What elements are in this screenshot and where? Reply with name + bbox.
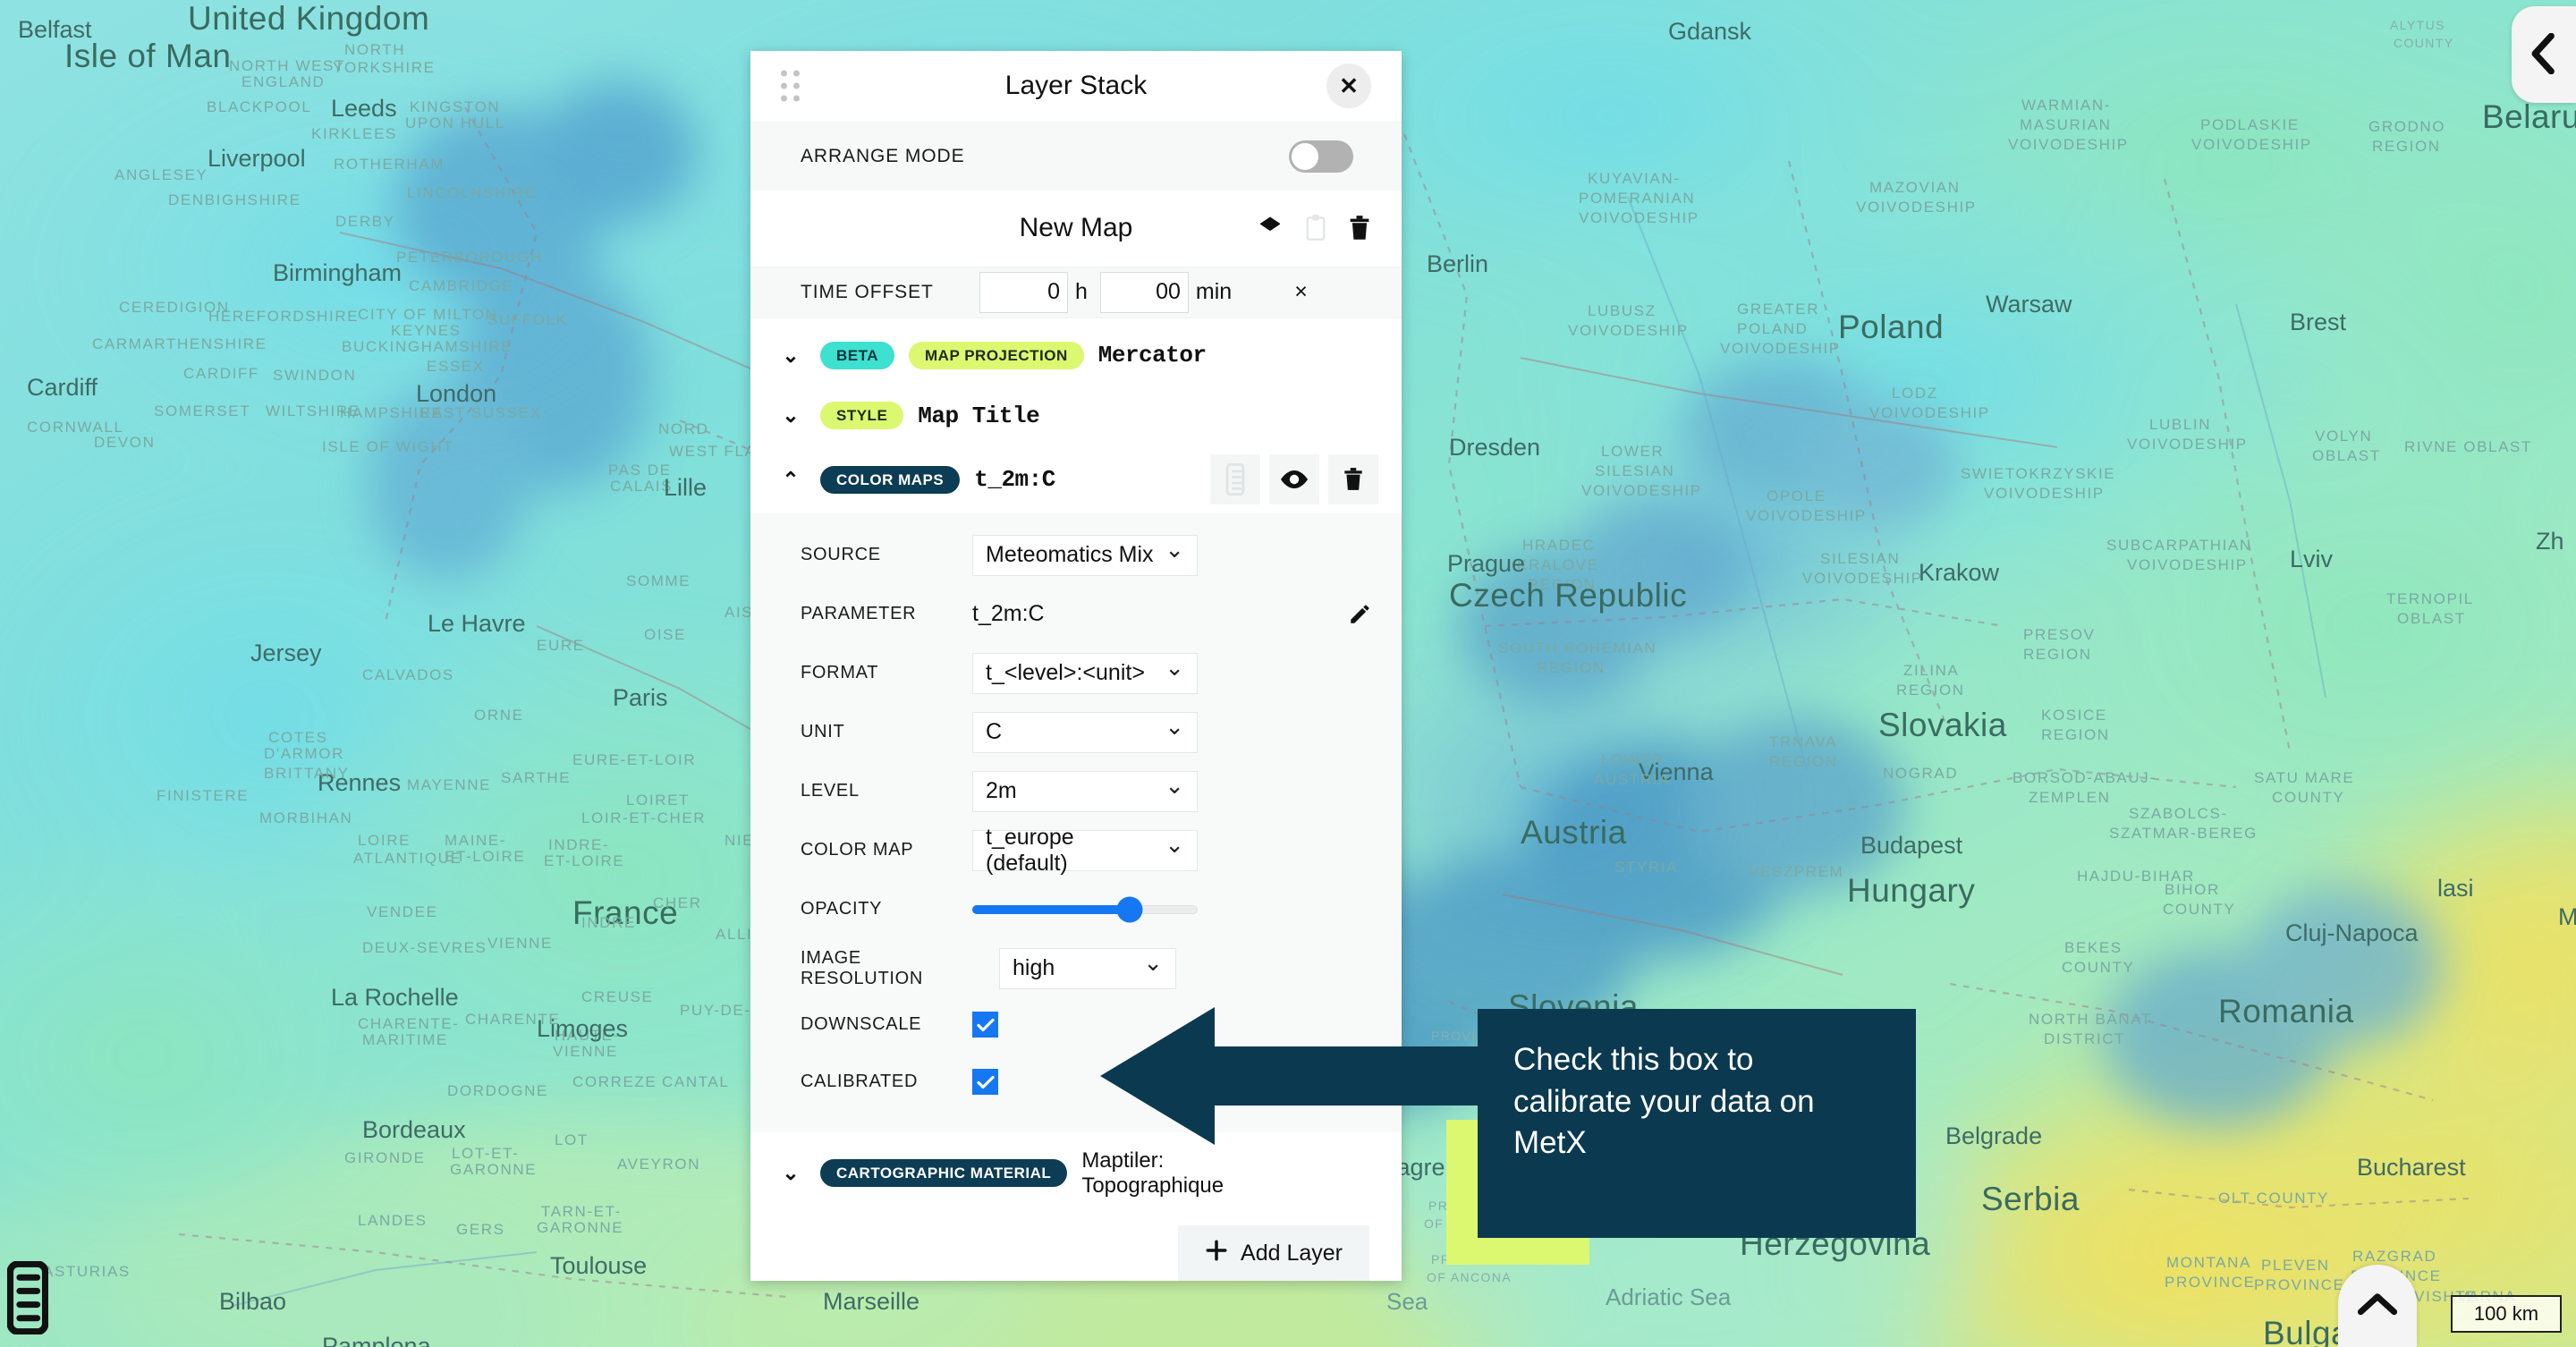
accordion-style[interactable]: ⌄ STYLE Map Title <box>750 385 1402 446</box>
format-value: t_<level>:<unit> <box>986 660 1145 686</box>
calibrated-label: CALIBRATED <box>801 1072 919 1092</box>
unit-value: C <box>986 719 1003 745</box>
badge-color-maps: COLOR MAPS <box>820 465 961 494</box>
color-maps-value: t_2m:C <box>974 466 1055 493</box>
field-format: FORMAT t_<level>:<unit> <box>750 644 1402 703</box>
field-source: SOURCE Meteomatics Mix <box>750 526 1402 585</box>
color-map-value: t_europe (default) <box>986 824 1074 876</box>
add-layer-row: Add Layer <box>750 1215 1402 1281</box>
time-offset-clear-button[interactable]: × <box>1294 279 1308 305</box>
scale-bar-label: 100 km <box>2473 1302 2539 1325</box>
time-offset-hours-unit: h <box>1075 279 1088 305</box>
chevron-down-icon[interactable]: ⌄ <box>775 344 806 366</box>
opacity-slider[interactable] <box>972 896 1198 923</box>
trash-icon[interactable] <box>1348 215 1371 241</box>
annotation-text: Check this box to calibrate your data on… <box>1513 1042 1815 1161</box>
format-select[interactable]: t_<level>:<unit> <box>972 652 1198 694</box>
style-value: Map Title <box>918 402 1040 429</box>
badge-map-projection: MAP PROJECTION <box>909 341 1084 369</box>
arrange-mode-label: ARRANGE MODE <box>801 146 965 166</box>
eye-icon[interactable] <box>1269 454 1319 504</box>
trash-icon[interactable] <box>1328 454 1378 504</box>
chevron-down-icon[interactable]: ⌄ <box>775 1163 806 1183</box>
arrange-mode-row: ARRANGE MODE <box>750 121 1402 191</box>
opacity-slider-thumb[interactable] <box>1116 896 1143 923</box>
clipboard-icon[interactable] <box>1303 215 1328 241</box>
scale-bar: 100 km <box>2451 1295 2562 1333</box>
field-color-map: COLOR MAP t_europe (default) <box>750 821 1402 880</box>
time-offset-label: TIME OFFSET <box>801 281 934 302</box>
map-row-icons <box>1257 215 1371 241</box>
chevron-down-icon[interactable]: ⌄ <box>775 405 806 426</box>
color-maps-actions <box>1210 454 1378 504</box>
time-offset-row: TIME OFFSET h min × <box>750 266 1402 318</box>
source-label: SOURCE <box>801 545 881 565</box>
cartographic-value-line2: Topographique <box>1081 1173 1224 1198</box>
image-resolution-value: high <box>1013 955 1055 981</box>
badge-style: STYLE <box>820 402 904 430</box>
color-map-select[interactable]: t_europe (default) <box>972 825 1198 876</box>
chevron-left-icon <box>2530 32 2557 77</box>
image-resolution-label: IMAGE RESOLUTION <box>801 947 924 988</box>
scroll-to-top-button[interactable] <box>2338 1265 2417 1347</box>
drag-handle-icon[interactable] <box>781 70 800 102</box>
time-offset-hours-input[interactable] <box>979 271 1068 313</box>
parameter-label: PARAMETER <box>801 604 917 624</box>
time-offset-minutes-input[interactable] <box>1099 271 1189 313</box>
time-offset-minutes-unit: min <box>1195 279 1233 305</box>
opacity-slider-fill <box>972 904 1131 914</box>
level-select[interactable]: 2m <box>972 770 1198 812</box>
field-opacity: OPACITY <box>750 880 1402 939</box>
add-layer-button[interactable]: Add Layer <box>1178 1225 1369 1281</box>
annotation-callout: Check this box to calibrate your data on… <box>1478 1009 1916 1238</box>
source-value: Meteomatics Mix <box>986 542 1154 568</box>
source-select[interactable]: Meteomatics Mix <box>972 534 1198 576</box>
badge-beta: BETA <box>820 341 895 369</box>
map-name-row: New Map <box>750 191 1402 267</box>
downscale-label: DOWNSCALE <box>801 1014 922 1035</box>
opacity-label: OPACITY <box>801 899 883 919</box>
cartographic-material-value: Maptiler: Topographique <box>1081 1148 1224 1198</box>
level-label: LEVEL <box>801 781 860 801</box>
layers-icon[interactable] <box>1257 215 1284 241</box>
panel-header: Layer Stack ✕ <box>750 51 1402 122</box>
page-title: Layer Stack <box>1004 71 1148 101</box>
arrange-mode-toggle[interactable] <box>1289 140 1353 173</box>
map-projection-value: Mercator <box>1097 342 1207 369</box>
pencil-icon[interactable] <box>1348 603 1371 626</box>
add-layer-label: Add Layer <box>1241 1240 1343 1266</box>
accordion-map-projection[interactable]: ⌄ BETA MAP PROJECTION Mercator <box>750 325 1402 386</box>
field-image-resolution: IMAGE RESOLUTION high <box>750 939 1402 998</box>
field-unit: UNIT C <box>750 703 1402 762</box>
chevron-up-icon[interactable]: ⌃ <box>775 469 806 490</box>
level-value: 2m <box>986 778 1017 804</box>
cartographic-value-line1: Maptiler: <box>1081 1148 1165 1173</box>
image-resolution-select[interactable]: high <box>999 947 1176 989</box>
chevron-up-icon <box>2357 1292 2398 1320</box>
close-icon[interactable]: ✕ <box>1326 64 1371 109</box>
field-level: LEVEL 2m <box>750 762 1402 821</box>
plus-icon <box>1205 1239 1228 1268</box>
colorbar-icon[interactable] <box>6 1260 49 1335</box>
downscale-checkbox[interactable] <box>972 1012 998 1038</box>
color-map-label: COLOR MAP <box>801 840 914 860</box>
unit-select[interactable]: C <box>972 711 1198 753</box>
field-parameter: PARAMETER t_2m:C <box>750 585 1402 644</box>
accordion-color-maps[interactable]: ⌃ COLOR MAPS t_2m:C <box>750 445 1402 513</box>
legend-icon[interactable] <box>1210 454 1260 504</box>
format-label: FORMAT <box>801 663 879 683</box>
badge-cartographic-material: CARTOGRAPHIC MATERIAL <box>820 1159 1068 1188</box>
map-name[interactable]: New Map <box>1020 213 1133 243</box>
unit-label: UNIT <box>801 722 845 742</box>
calibrated-checkbox[interactable] <box>972 1069 998 1096</box>
parameter-value: t_2m:C <box>972 601 1045 627</box>
sidebar-tab-toggle[interactable] <box>2512 6 2576 103</box>
